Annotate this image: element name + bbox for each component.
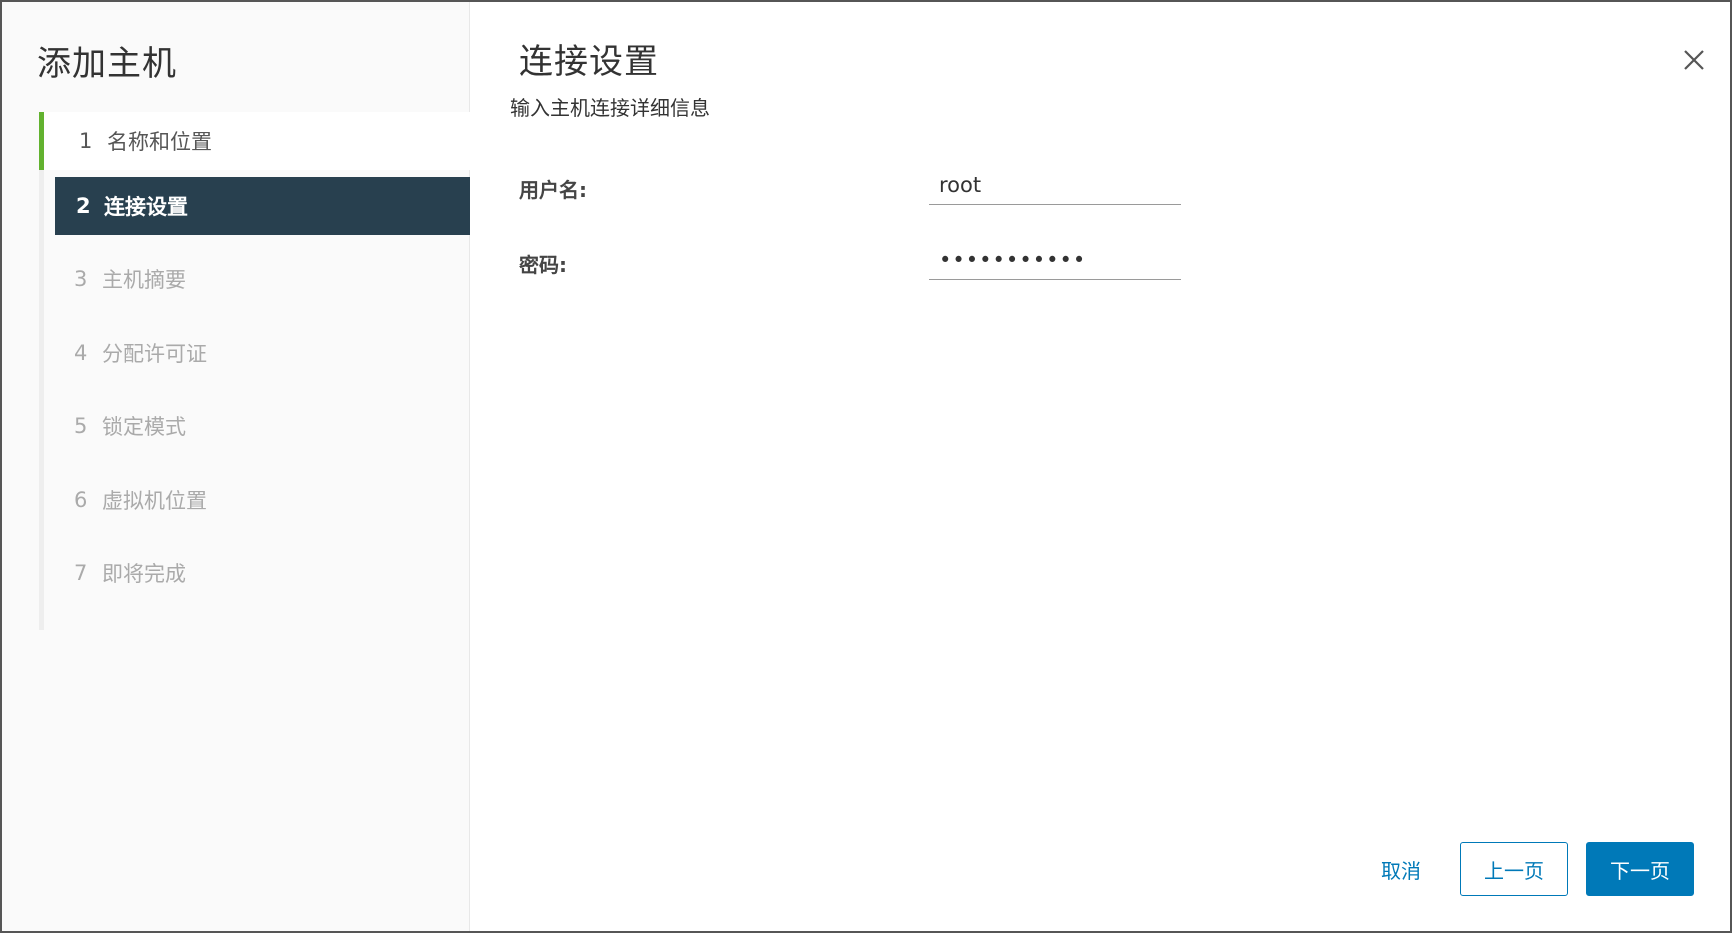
step-connection-settings[interactable]: 2 连接设置: [55, 177, 474, 235]
step-name-and-location[interactable]: 1 名称和位置: [39, 112, 474, 170]
password-input[interactable]: [929, 240, 1181, 280]
wizard-title: 添加主机: [37, 44, 177, 84]
wizard-sidebar: 添加主机 1 名称和位置 2 连接设置 3 主机摘要 4 分配许可证 5 锁定模…: [2, 2, 474, 931]
step-number: 5: [74, 414, 88, 438]
close-icon: [1684, 50, 1704, 70]
step-ready-to-complete[interactable]: 7 即将完成: [44, 544, 474, 602]
step-label: 主机摘要: [102, 268, 186, 292]
close-button[interactable]: [1678, 44, 1710, 76]
step-number: 1: [79, 129, 93, 153]
step-label: 虚拟机位置: [102, 489, 207, 513]
page-title: 连接设置: [519, 42, 659, 82]
step-label: 名称和位置: [107, 130, 212, 154]
page-subtitle: 输入主机连接详细信息: [510, 96, 710, 120]
wizard-content: 连接设置 输入主机连接详细信息 用户名: 密码: 取消 上一页 下一页: [470, 2, 1730, 931]
step-label: 锁定模式: [102, 415, 186, 439]
step-label: 连接设置: [104, 195, 188, 219]
wizard-steps: 1 名称和位置 2 连接设置 3 主机摘要 4 分配许可证 5 锁定模式 6 虚…: [39, 112, 474, 630]
password-label: 密码:: [519, 253, 567, 277]
step-label: 分配许可证: [102, 342, 207, 366]
step-label: 即将完成: [102, 562, 186, 586]
step-number: 6: [74, 488, 88, 512]
add-host-dialog: 添加主机 1 名称和位置 2 连接设置 3 主机摘要 4 分配许可证 5 锁定模…: [0, 0, 1732, 933]
step-vm-location[interactable]: 6 虚拟机位置: [44, 471, 474, 529]
back-button[interactable]: 上一页: [1460, 842, 1568, 896]
username-input[interactable]: [929, 165, 1181, 205]
cancel-button[interactable]: 取消: [1346, 842, 1456, 896]
step-number: 7: [74, 561, 88, 585]
step-number: 4: [74, 341, 88, 365]
next-button[interactable]: 下一页: [1586, 842, 1694, 896]
step-lockdown-mode[interactable]: 5 锁定模式: [44, 397, 474, 455]
step-host-summary[interactable]: 3 主机摘要: [44, 250, 474, 308]
username-label: 用户名:: [519, 178, 587, 202]
step-number: 2: [76, 194, 91, 218]
step-number: 3: [74, 267, 88, 291]
step-assign-license[interactable]: 4 分配许可证: [44, 324, 474, 382]
